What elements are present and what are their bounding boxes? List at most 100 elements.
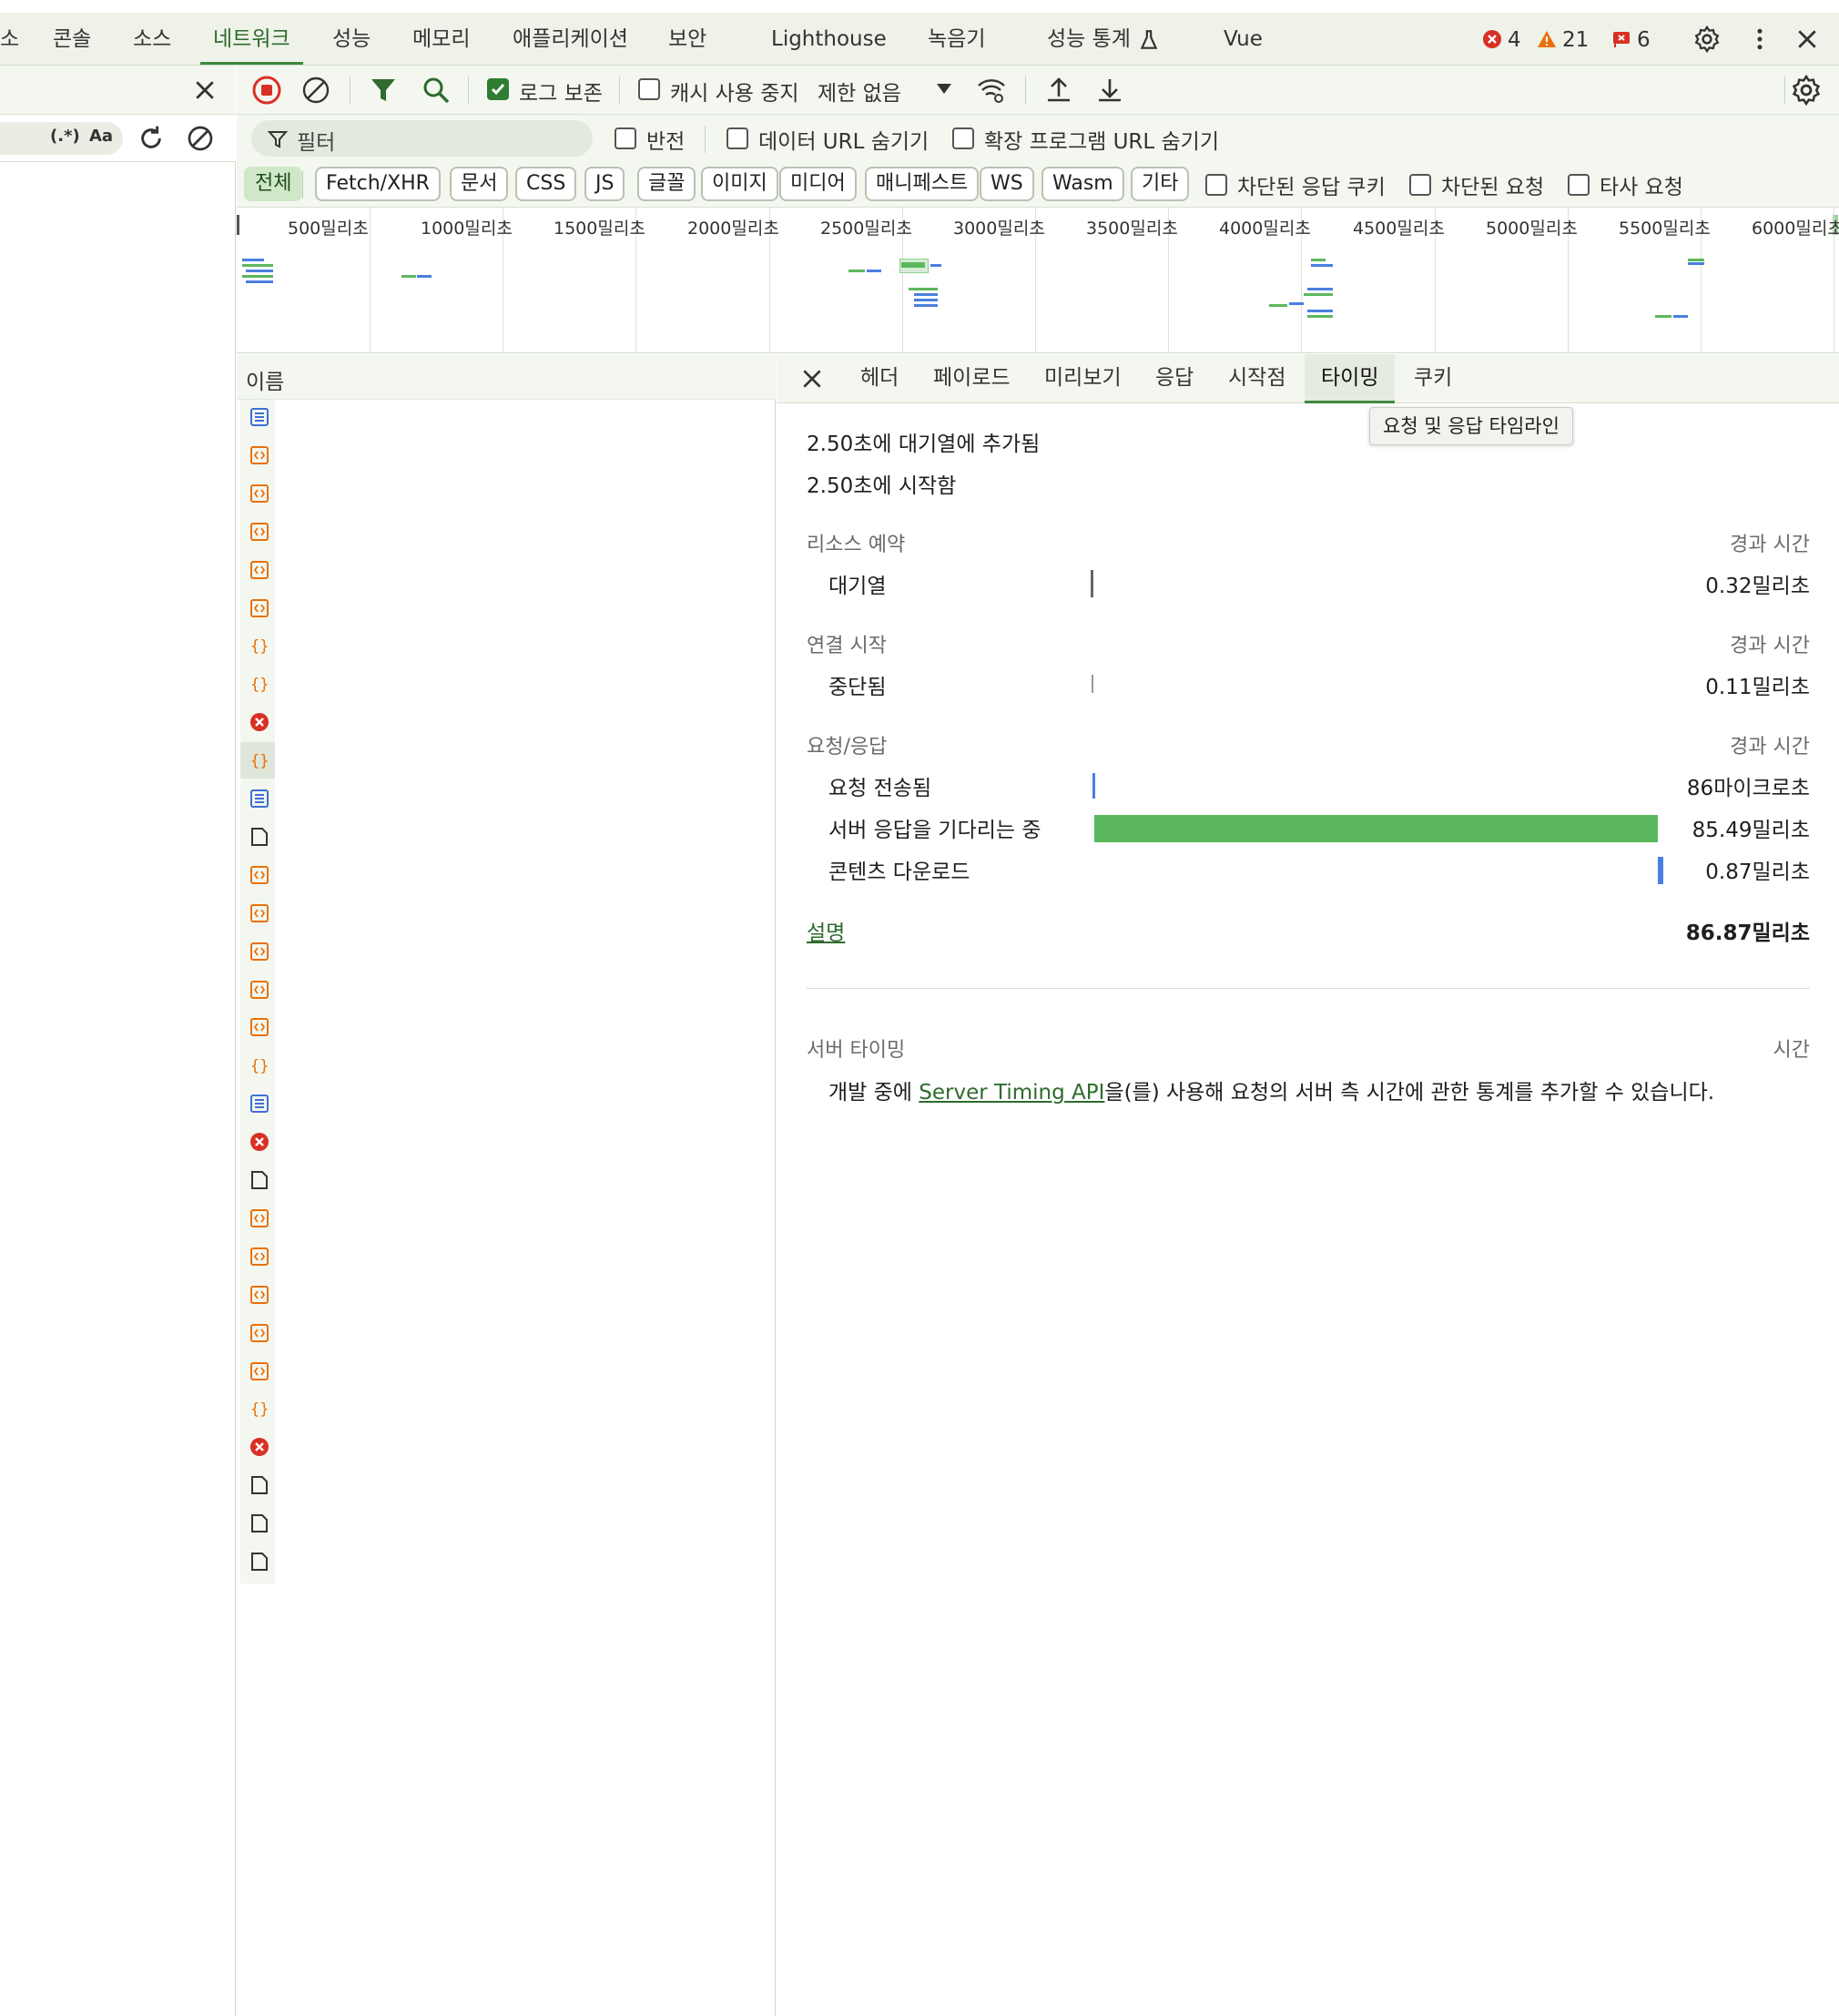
filter-input[interactable]: 필터 [251,120,593,157]
chip-other[interactable]: 기타 [1131,167,1190,201]
chip-wasm[interactable]: Wasm [1041,167,1124,201]
error-icon[interactable] [249,1437,269,1457]
json-icon[interactable]: {} [249,636,269,656]
overview-mark [930,264,941,267]
xhr-icon[interactable] [249,942,269,962]
regex-toggle[interactable]: (.*) [50,127,80,146]
clear-log-icon[interactable] [300,75,331,106]
tab-cookies[interactable]: 쿠키 [1414,354,1452,403]
server-timing-api-link[interactable]: Server Timing API [919,1081,1104,1105]
disable-cache-checkbox[interactable] [638,78,660,100]
chip-doc[interactable]: 문서 [450,167,509,201]
tab-vue[interactable]: Vue [1224,13,1263,66]
tab-network[interactable]: 네트워크 [200,13,303,65]
export-har-icon[interactable] [1094,75,1125,106]
json-icon[interactable]: {} [249,674,269,694]
chip-all[interactable]: 전체 [244,167,303,201]
xhr-icon[interactable] [249,1323,269,1343]
hide-extension-urls-checkbox[interactable] [952,127,974,149]
filter-funnel-icon[interactable] [368,75,399,106]
close-detail-icon[interactable] [800,367,824,391]
error-count-badge[interactable]: 4 [1482,27,1521,53]
dropdown-arrow-icon[interactable] [936,82,952,95]
network-conditions-icon[interactable] [976,75,1007,106]
record-stop-icon[interactable] [251,75,282,106]
settings-gear-icon[interactable] [1693,25,1721,53]
file-icon[interactable] [249,1170,269,1190]
network-overview-timeline[interactable]: 500밀리초 1000밀리초 1500밀리초 2000밀리초 2500밀리초 3000밀리… [237,208,1839,353]
network-settings-gear-icon[interactable] [1791,75,1822,106]
chip-img[interactable]: 이미지 [701,167,778,201]
document-icon[interactable] [249,1094,269,1114]
blocked-requests-checkbox[interactable] [1409,174,1431,196]
xhr-icon[interactable] [249,980,269,1000]
file-icon[interactable] [249,827,269,847]
close-icon[interactable] [191,76,218,104]
import-har-icon[interactable] [1043,75,1074,106]
third-party-checkbox[interactable] [1568,174,1590,196]
match-case-toggle[interactable]: Aa [89,127,113,146]
tab-performance[interactable]: 성능 [332,13,371,66]
xhr-icon[interactable] [249,1247,269,1267]
tab-recorder[interactable]: 녹음기 [928,13,985,66]
tab-lighthouse[interactable]: Lighthouse [771,13,887,66]
tab-sources[interactable]: 소스 [133,13,171,66]
preserve-log-checkbox[interactable] [487,78,509,100]
tab-partial[interactable]: 소 [0,13,19,66]
file-icon[interactable] [249,1513,269,1533]
xhr-icon[interactable] [249,1208,269,1228]
chip-manifest[interactable]: 매니페스트 [865,167,980,201]
chip-fetch-xhr[interactable]: Fetch/XHR [315,167,441,201]
search-icon[interactable] [421,75,452,106]
xhr-icon[interactable] [249,865,269,885]
tab-memory[interactable]: 메모리 [412,13,470,66]
chip-ws[interactable]: WS [980,167,1034,201]
more-vertical-icon[interactable] [1746,25,1773,53]
tab-timing[interactable]: 타이밍 [1305,354,1396,403]
tab-headers[interactable]: 헤더 [860,354,899,403]
blocked-cookies-checkbox[interactable] [1205,174,1227,196]
tab-initiator[interactable]: 시작점 [1228,354,1285,403]
json-icon[interactable]: {} [249,750,269,770]
xhr-icon[interactable] [249,560,269,580]
tab-preview[interactable]: 미리보기 [1044,354,1122,403]
xhr-icon[interactable] [249,445,269,465]
throttling-select[interactable]: 제한 없음 [818,76,901,107]
name-column-header[interactable]: 이름 [237,354,776,400]
error-icon[interactable] [249,1132,269,1152]
document-icon[interactable] [249,789,269,809]
tab-performance-insights[interactable]: 성능 통계 [1047,13,1161,66]
tab-security[interactable]: 보안 [668,13,706,66]
json-icon[interactable]: {} [249,1055,269,1075]
xhr-icon[interactable] [249,903,269,923]
tab-application[interactable]: 애플리케이션 [513,13,628,66]
tab-response[interactable]: 응답 [1155,354,1194,403]
chip-css[interactable]: CSS [515,167,577,201]
close-devtools-icon[interactable] [1793,25,1821,53]
warning-count-badge[interactable]: 21 [1537,27,1589,53]
xhr-icon[interactable] [249,522,269,542]
xhr-icon[interactable] [249,1361,269,1381]
tab-payload[interactable]: 페이로드 [933,354,1011,403]
file-icon[interactable] [249,1552,269,1572]
clear-icon[interactable] [186,124,215,153]
xhr-icon[interactable] [249,484,269,504]
invert-checkbox[interactable] [615,127,636,149]
chip-js[interactable]: JS [584,167,625,201]
xhr-icon[interactable] [249,1285,269,1305]
document-icon[interactable] [249,407,269,427]
overview-left-handle[interactable] [237,215,239,235]
error-icon[interactable] [249,712,269,732]
tab-console[interactable]: 콘솔 [53,13,91,66]
chip-font[interactable]: 글꼴 [637,167,696,201]
chip-media[interactable]: 미디어 [779,167,857,201]
json-icon[interactable]: {} [249,1399,269,1419]
overview-mark [1311,264,1333,267]
xhr-icon[interactable] [249,598,269,618]
xhr-icon[interactable] [249,1017,269,1037]
explanation-link[interactable]: 설명 [807,915,845,946]
refresh-icon[interactable] [137,124,166,153]
hide-data-urls-checkbox[interactable] [726,127,748,149]
issues-count-badge[interactable]: 6 [1611,27,1651,53]
file-icon[interactable] [249,1475,269,1495]
